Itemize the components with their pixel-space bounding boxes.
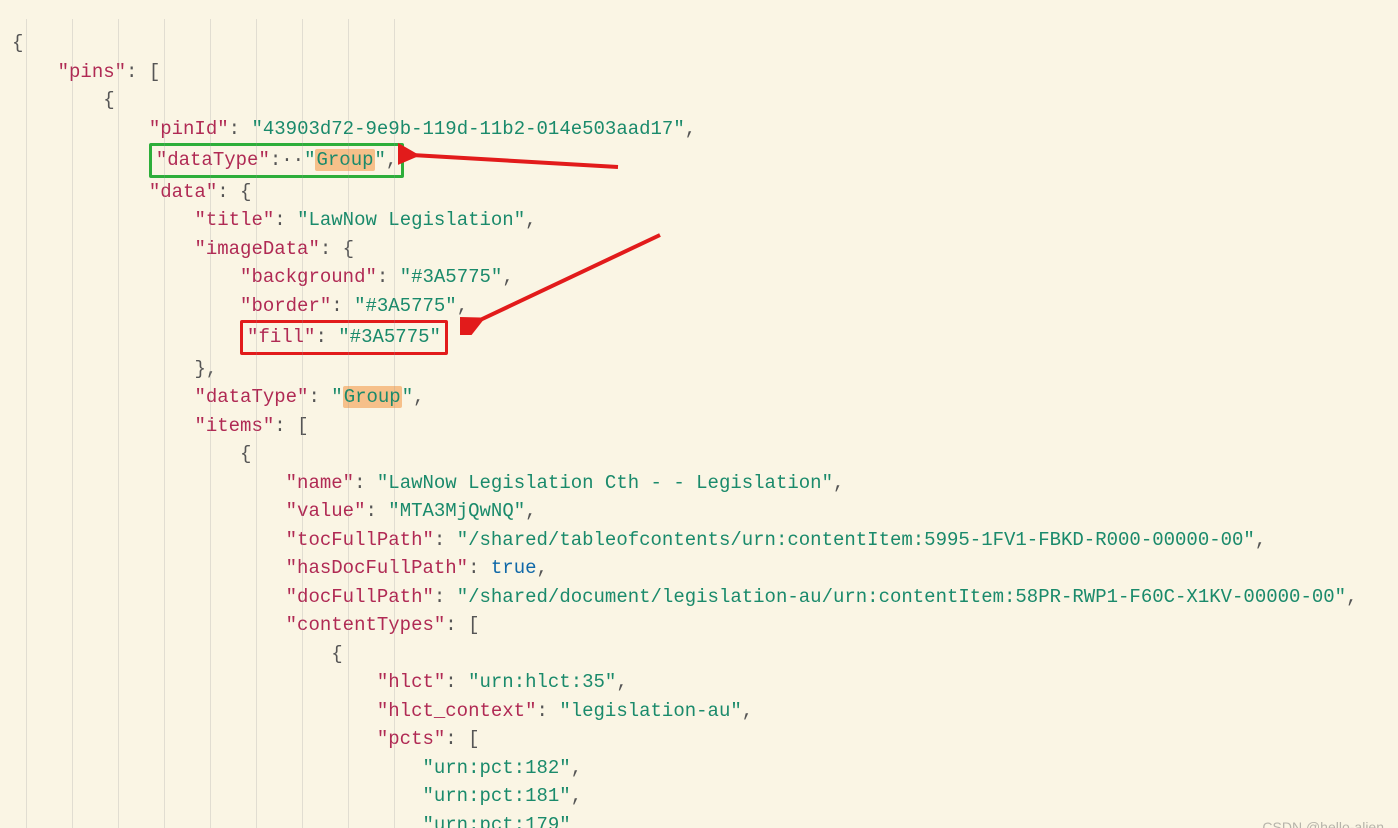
val-dataType-group: Group [315, 149, 374, 171]
key-tocFullPath: "tocFullPath" [286, 529, 434, 551]
key-background: "background" [240, 266, 377, 288]
val-value: "MTA3MjQwNQ" [388, 500, 525, 522]
key-hlct: "hlct" [377, 671, 445, 693]
key-value: "value" [286, 500, 366, 522]
val-pct2: "urn:pct:179" [422, 814, 570, 828]
val-tocFullPath: "/shared/tableofcontents/urn:contentItem… [457, 529, 1255, 551]
highlight-box-red: "fill": "#3A5775" [240, 320, 448, 355]
key-border: "border" [240, 295, 331, 317]
key-contentTypes: "contentTypes" [286, 614, 446, 636]
val-hasDocFullPath: true [491, 557, 537, 579]
key-pcts: "pcts" [377, 728, 445, 750]
key-docFullPath: "docFullPath" [286, 586, 434, 608]
val-fill: "#3A5775" [338, 326, 441, 348]
val-pct1: "urn:pct:181" [422, 785, 570, 807]
key-pins: "pins" [58, 61, 126, 83]
val-docFullPath: "/shared/document/legislation-au/urn:con… [457, 586, 1346, 608]
highlight-box-green: "dataType":··"Group", [149, 143, 404, 178]
key-dataType2: "dataType" [194, 386, 308, 408]
key-data: "data" [149, 181, 217, 203]
key-name: "name" [286, 472, 354, 494]
val-background: "#3A5775" [400, 266, 503, 288]
key-dataType: "dataType" [156, 149, 270, 171]
val-pinId: "43903d72-9e9b-119d-11b2-014e503aad17" [251, 118, 684, 140]
key-pinId: "pinId" [149, 118, 229, 140]
val-name: "LawNow Legislation Cth - - Legislation" [377, 472, 833, 494]
val-dataType-group2: Group [343, 386, 402, 408]
key-items: "items" [194, 415, 274, 437]
val-pct0: "urn:pct:182" [422, 757, 570, 779]
val-hlct: "urn:hlct:35" [468, 671, 616, 693]
key-hasDocFullPath: "hasDocFullPath" [286, 557, 468, 579]
val-border: "#3A5775" [354, 295, 457, 317]
key-title: "title" [194, 209, 274, 231]
key-fill: "fill" [247, 326, 315, 348]
val-title: "LawNow Legislation" [297, 209, 525, 231]
key-hlct-context: "hlct_context" [377, 700, 537, 722]
val-hlct-context: "legislation-au" [559, 700, 741, 722]
